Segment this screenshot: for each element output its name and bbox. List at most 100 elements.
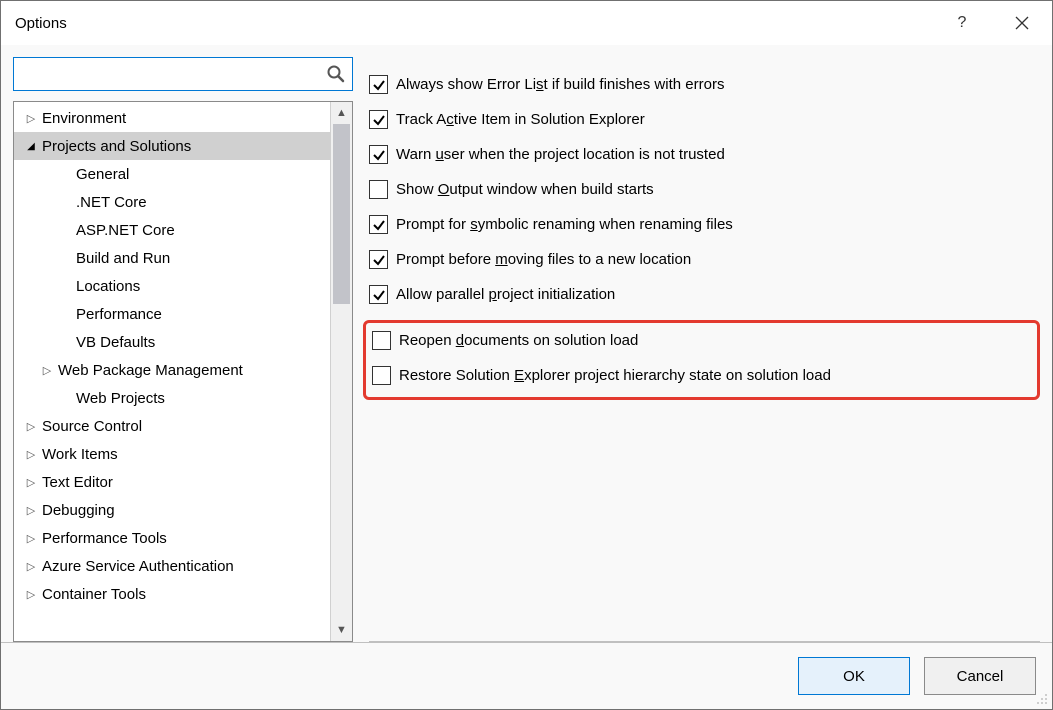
tree-item-label: VB Defaults [76,334,155,351]
tree-item[interactable]: ▷ Work Items [14,440,330,468]
option-label[interactable]: Reopen documents on solution load [399,332,1029,349]
option-row: Always show Error List if build finishes… [369,73,1040,96]
tree-item-label: Build and Run [76,250,170,267]
tree-item[interactable]: ▷ Web Package Management [14,356,330,384]
tree-item-label: Azure Service Authentication [42,558,234,575]
help-button[interactable]: ? [932,1,992,45]
chevron-right-icon[interactable] [58,168,72,180]
resize-grip-icon[interactable] [1034,691,1048,705]
tree-item-label: Web Projects [76,390,165,407]
chevron-right-icon[interactable]: ▷ [24,504,38,517]
chevron-right-icon[interactable]: ▷ [40,364,54,377]
tree-item[interactable]: Build and Run [14,244,330,272]
tree-item-label: Debugging [42,502,115,519]
window-title: Options [15,15,932,32]
chevron-right-icon[interactable] [58,224,72,236]
chevron-right-icon[interactable] [58,392,72,404]
tree-item[interactable]: ▷ Text Editor [14,468,330,496]
tree-item[interactable]: ASP.NET Core [14,216,330,244]
chevron-right-icon[interactable]: ▷ [24,112,38,125]
chevron-right-icon[interactable] [58,308,72,320]
search-box[interactable] [13,57,353,91]
checkbox[interactable] [372,331,391,350]
tree-item[interactable]: Web Projects [14,384,330,412]
option-row: Restore Solution Explorer project hierar… [372,364,1029,387]
checkbox[interactable] [369,145,388,164]
scroll-track[interactable] [331,124,352,619]
tree-item[interactable]: .NET Core [14,188,330,216]
right-panel: Always show Error List if build finishes… [369,57,1040,642]
tree-item-label: Text Editor [42,474,113,491]
tree-item-label: Work Items [42,446,118,463]
titlebar: Options ? [1,1,1052,45]
option-row: Prompt before moving files to a new loca… [369,248,1040,271]
option-label[interactable]: Prompt before moving files to a new loca… [396,251,1040,268]
option-row: Reopen documents on solution load [372,329,1029,352]
chevron-right-icon[interactable]: ▷ [24,476,38,489]
tree-item[interactable]: ▷Source Control [14,412,330,440]
left-panel: ▷ Environment ◢ Projects and Solutions Gene… [13,57,353,642]
options-dialog: Options ? ▷ Environment ◢ Projects and Solu… [0,0,1053,710]
chevron-right-icon[interactable] [58,336,72,348]
scrollbar[interactable]: ▲ ▼ [330,102,352,641]
tree-item-label: Web Package Management [58,362,243,379]
tree-item[interactable]: General [14,160,330,188]
scroll-thumb[interactable] [333,124,350,304]
checkbox[interactable] [369,285,388,304]
tree-item-label: Container Tools [42,586,146,603]
tree-item[interactable]: ◢ Projects and Solutions [14,132,330,160]
tree-item-label: Locations [76,278,140,295]
tree-item[interactable]: ▷ Performance Tools [14,524,330,552]
option-row: Allow parallel project initialization [369,283,1040,306]
option-label[interactable]: Prompt for symbolic renaming when renami… [396,216,1040,233]
checkbox[interactable] [369,180,388,199]
chevron-right-icon[interactable]: ▷ [24,448,38,461]
chevron-right-icon[interactable] [58,280,72,292]
dialog-content: ▷ Environment ◢ Projects and Solutions Gene… [1,45,1052,642]
scroll-up-icon[interactable]: ▲ [331,102,352,124]
option-row: Prompt for symbolic renaming when renami… [369,213,1040,236]
tree-item-label: .NET Core [76,194,147,211]
option-row: Warn user when the project location is n… [369,143,1040,166]
close-button[interactable] [992,1,1052,45]
chevron-right-icon[interactable] [58,252,72,264]
chevron-right-icon[interactable]: ▷ [24,420,38,433]
search-icon [326,64,346,84]
checkbox[interactable] [369,75,388,94]
tree-item[interactable]: ▷ Debugging [14,496,330,524]
option-label[interactable]: Warn user when the project location is n… [396,146,1040,163]
ok-button[interactable]: OK [798,657,910,695]
option-label[interactable]: Allow parallel project initialization [396,286,1040,303]
tree-item[interactable]: ▷ Container Tools [14,580,330,608]
options-list: Always show Error List if build finishes… [369,73,1040,400]
chevron-right-icon[interactable]: ▷ [24,532,38,545]
option-row: Show Output window when build starts [369,178,1040,201]
tree-item[interactable]: ▷ Environment [14,104,330,132]
tree-item-label: Projects and Solutions [42,138,191,155]
tree-item[interactable]: Locations [14,272,330,300]
option-label[interactable]: Restore Solution Explorer project hierar… [399,367,1029,384]
category-tree: ▷ Environment ◢ Projects and Solutions Gene… [13,101,353,642]
tree-item-label: ASP.NET Core [76,222,175,239]
tree-item-label: Environment [42,110,126,127]
option-label[interactable]: Show Output window when build starts [396,181,1040,198]
tree-item[interactable]: ▷ Azure Service Authentication [14,552,330,580]
chevron-right-icon[interactable]: ▷ [24,560,38,573]
tree-item-label: Performance [76,306,162,323]
chevron-right-icon[interactable]: ▷ [24,588,38,601]
search-input[interactable] [20,58,326,90]
checkbox[interactable] [372,366,391,385]
tree-item-label: Performance Tools [42,530,167,547]
option-label[interactable]: Track Active Item in Solution Explorer [396,111,1040,128]
chevron-down-icon[interactable]: ◢ [24,141,38,152]
tree-item[interactable]: VB Defaults [14,328,330,356]
tree-item[interactable]: Performance [14,300,330,328]
checkbox[interactable] [369,110,388,129]
option-label[interactable]: Always show Error List if build finishes… [396,76,1040,93]
chevron-right-icon[interactable] [58,196,72,208]
cancel-button[interactable]: Cancel [924,657,1036,695]
checkbox[interactable] [369,250,388,269]
checkbox[interactable] [369,215,388,234]
tree-item-label: General [76,166,129,183]
scroll-down-icon[interactable]: ▼ [331,619,352,641]
